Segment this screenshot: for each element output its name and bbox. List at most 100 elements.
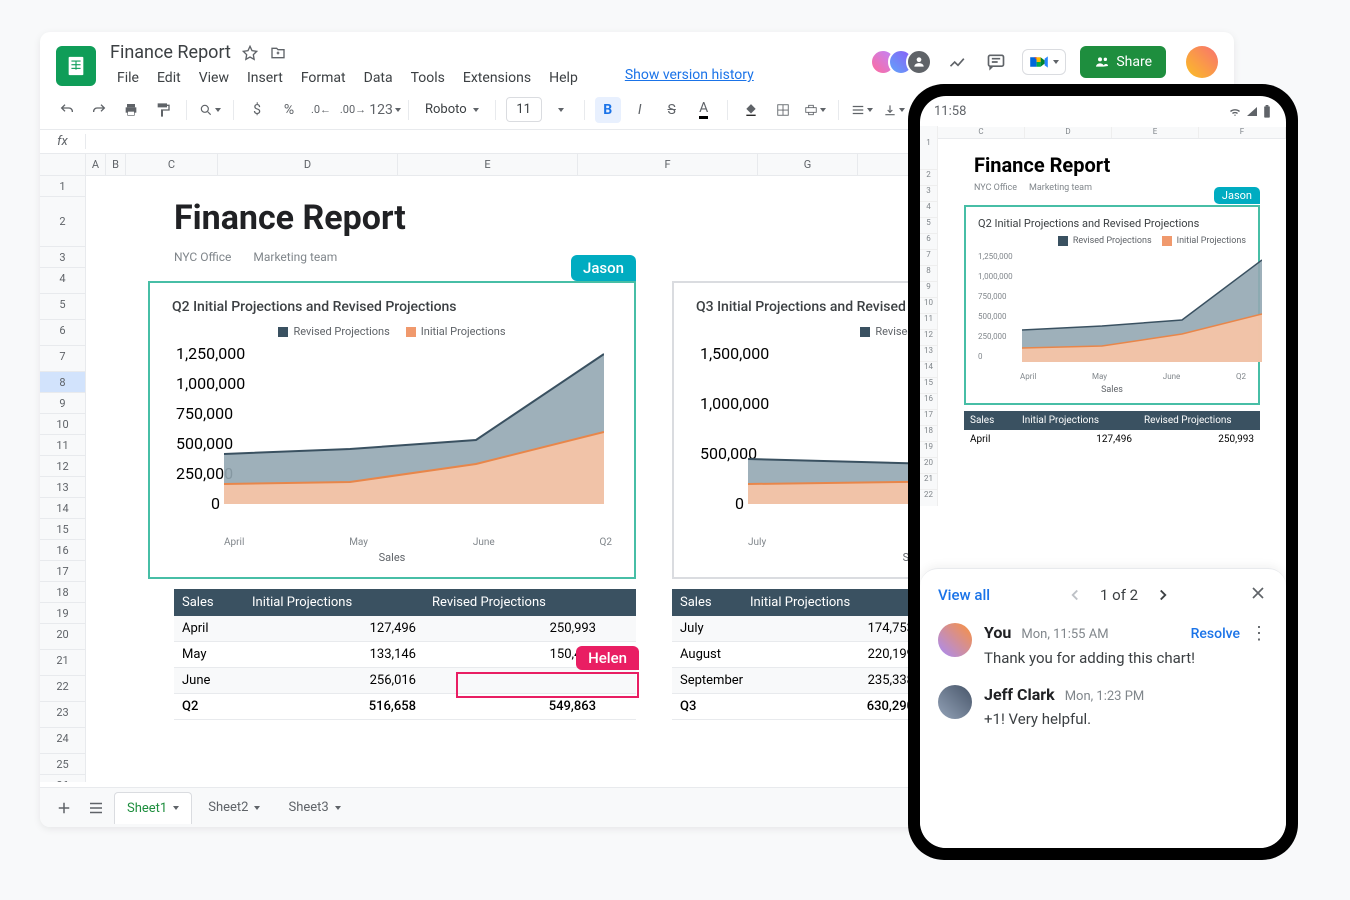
text-color-button[interactable]: A	[691, 97, 717, 123]
view-all-link[interactable]: View all	[938, 586, 990, 604]
presence-anonymous-icon[interactable]	[906, 49, 932, 75]
halign-button[interactable]	[849, 97, 875, 123]
table-header[interactable]: Initial Projections	[244, 589, 424, 616]
row-header[interactable]: 13	[40, 477, 85, 498]
comment-author: Jeff Clark	[984, 685, 1055, 704]
number-format-dropdown[interactable]: 123	[372, 97, 398, 123]
col-header[interactable]: E	[398, 154, 578, 175]
row-header[interactable]: 24	[40, 728, 85, 754]
row-header[interactable]: 14	[40, 498, 85, 519]
menu-edit[interactable]: Edit	[150, 67, 188, 89]
share-button[interactable]: Share	[1080, 46, 1166, 78]
col-header[interactable]: A	[86, 154, 106, 175]
size-caret-icon[interactable]	[548, 97, 574, 123]
next-comment-icon[interactable]	[1152, 584, 1174, 606]
phone-chart[interactable]: Jason Q2 Initial Projections and Revised…	[964, 205, 1260, 405]
dec-decimal-icon[interactable]: .0←	[308, 97, 334, 123]
resolve-button[interactable]: Resolve	[1191, 626, 1240, 642]
menu-tools[interactable]: Tools	[404, 67, 452, 89]
font-size-input[interactable]: 11	[506, 97, 542, 122]
row-header[interactable]: 19	[40, 603, 85, 624]
row-header[interactable]: 2	[40, 197, 85, 247]
battery-icon	[1262, 105, 1272, 119]
timeline-icon[interactable]	[946, 50, 970, 74]
row-header[interactable]: 25	[40, 754, 85, 775]
row-header[interactable]: 23	[40, 702, 85, 728]
row-header[interactable]: 21	[40, 650, 85, 676]
row-header[interactable]: 18	[40, 582, 85, 603]
merge-button[interactable]	[802, 97, 828, 123]
row-header[interactable]: 6	[40, 320, 85, 346]
table-header[interactable]: Revised Projections	[424, 589, 604, 616]
redo-icon[interactable]	[86, 97, 112, 123]
row-header[interactable]: 10	[40, 414, 85, 435]
row-header[interactable]: 8	[40, 372, 85, 393]
row-header[interactable]: 26	[40, 775, 85, 782]
tab-sheet1[interactable]: Sheet1	[114, 792, 192, 824]
chart-legend: Revised Projections Initial Projections	[150, 319, 634, 344]
col-header[interactable]: D	[218, 154, 398, 175]
row-header[interactable]: 3	[40, 247, 85, 268]
col-header[interactable]: B	[106, 154, 126, 175]
version-history-link[interactable]: Show version history	[625, 63, 754, 89]
row-header[interactable]: 22	[40, 676, 85, 702]
row-header[interactable]: 4	[40, 268, 85, 294]
table-header[interactable]: Initial Projections	[742, 589, 922, 616]
table-row[interactable]: April127,496250,993	[174, 616, 636, 642]
tab-sheet3[interactable]: Sheet3	[276, 792, 352, 823]
titlebar: Finance Report File Edit View Insert For…	[40, 32, 1234, 90]
percent-icon[interactable]: %	[276, 97, 302, 123]
menu-insert[interactable]: Insert	[240, 67, 290, 89]
collab-tag-helen: Helen	[576, 646, 639, 670]
bold-button[interactable]: B	[595, 97, 621, 123]
tab-sheet2[interactable]: Sheet2	[196, 792, 272, 823]
menu-file[interactable]: File	[110, 67, 146, 89]
q2-chart[interactable]: Jason Q2 Initial Projections and Revised…	[148, 281, 636, 579]
currency-icon[interactable]: $	[244, 97, 270, 123]
table-header[interactable]: Sales	[672, 589, 742, 616]
star-icon[interactable]	[241, 44, 259, 62]
move-icon[interactable]	[269, 44, 287, 62]
row-header[interactable]: 7	[40, 346, 85, 372]
fill-color-button[interactable]	[738, 97, 764, 123]
italic-button[interactable]: I	[627, 97, 653, 123]
borders-button[interactable]	[770, 97, 796, 123]
row-header[interactable]: 11	[40, 435, 85, 456]
print-icon[interactable]	[118, 97, 144, 123]
row-header[interactable]: 1	[40, 176, 85, 197]
meet-button[interactable]	[1022, 49, 1066, 75]
strikethrough-button[interactable]: S	[659, 97, 685, 123]
close-icon[interactable]	[1248, 583, 1268, 607]
all-sheets-icon[interactable]	[82, 794, 110, 822]
zoom-dropdown[interactable]	[197, 97, 223, 123]
menu-view[interactable]: View	[192, 67, 236, 89]
prev-comment-icon[interactable]	[1064, 584, 1086, 606]
font-dropdown[interactable]: Roboto	[419, 98, 485, 121]
doc-title[interactable]: Finance Report	[110, 42, 231, 63]
table-header[interactable]: Sales	[174, 589, 244, 616]
profile-avatar[interactable]	[1186, 46, 1218, 78]
presence-avatars[interactable]	[870, 49, 932, 75]
menu-extensions[interactable]: Extensions	[456, 67, 538, 89]
row-header[interactable]: 20	[40, 624, 85, 650]
row-header[interactable]: 17	[40, 561, 85, 582]
row-header[interactable]: 9	[40, 393, 85, 414]
more-icon[interactable]: ⋮	[1250, 625, 1268, 643]
col-header[interactable]: F	[578, 154, 758, 175]
col-header[interactable]: G	[758, 154, 858, 175]
undo-icon[interactable]	[54, 97, 80, 123]
row-header[interactable]: 5	[40, 294, 85, 320]
paint-format-icon[interactable]	[150, 97, 176, 123]
valign-button[interactable]	[881, 97, 907, 123]
row-header[interactable]: 16	[40, 540, 85, 561]
table-row[interactable]: May133,146150,464	[174, 642, 636, 668]
add-sheet-icon[interactable]	[50, 794, 78, 822]
menu-format[interactable]: Format	[294, 67, 353, 89]
menu-help[interactable]: Help	[542, 67, 585, 89]
inc-decimal-icon[interactable]: .00→	[340, 97, 366, 123]
comments-icon[interactable]	[984, 50, 1008, 74]
row-header[interactable]: 15	[40, 519, 85, 540]
menu-data[interactable]: Data	[357, 67, 400, 89]
row-header[interactable]: 12	[40, 456, 85, 477]
col-header[interactable]: C	[126, 154, 218, 175]
